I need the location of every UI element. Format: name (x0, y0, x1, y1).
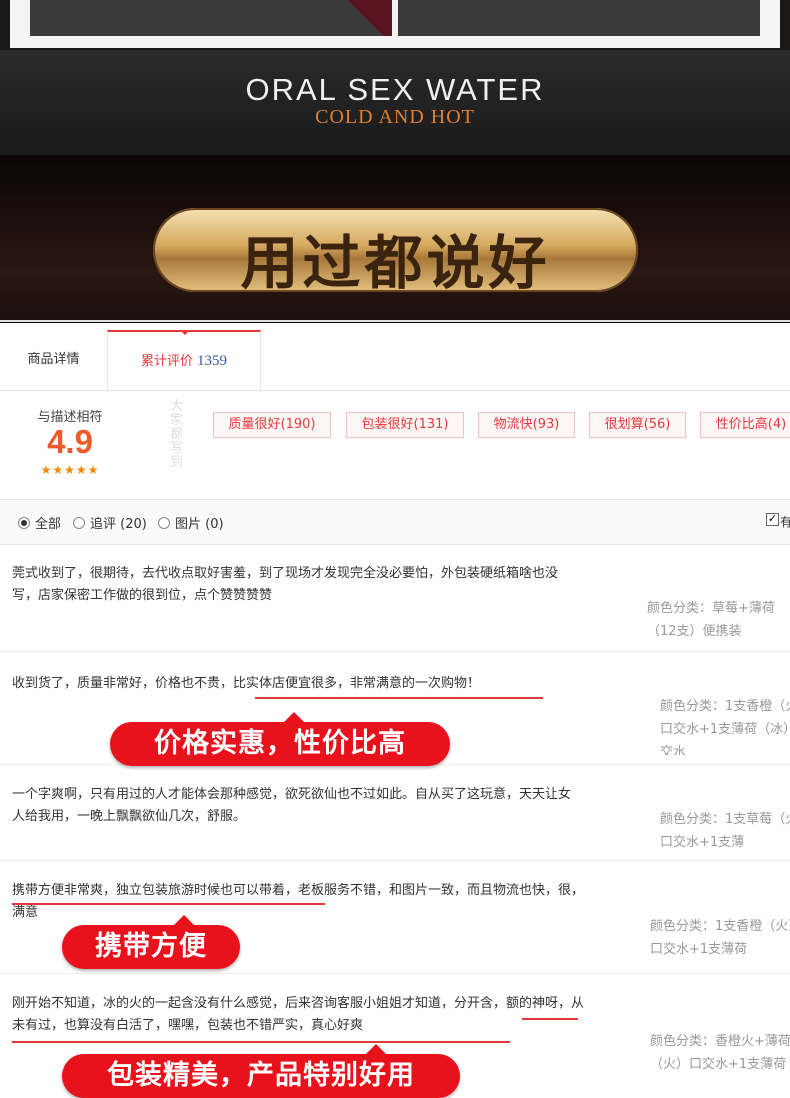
tab-reviews-label: 累计评价 (140, 354, 193, 369)
score-box: 与描述相符 4.9 ★★★★★ (0, 391, 140, 499)
callout-pointer-icon (170, 915, 198, 929)
filter-followup-label[interactable]: 追评 (20) (90, 513, 147, 532)
checkbox-label[interactable]: 有 (780, 513, 790, 530)
star-rating-icon: ★★★★★ (40, 463, 100, 477)
highlight-underline (522, 1018, 578, 1020)
highlight-underline (12, 903, 325, 905)
review-text-highlight: 分开含， (454, 996, 507, 1011)
review-sku: 颜色分类：1支香橙（火）口交水+1支薄荷（冰）口交水 (660, 699, 790, 755)
hero-subtitle: COLD AND HOT (315, 106, 475, 128)
radio-followup-icon[interactable] (73, 517, 85, 529)
gold-banner: 用过都说好 (153, 208, 638, 297)
callout-pointer-icon (362, 1044, 390, 1058)
tab-bar: 商品详情 累计评价 1359 (0, 330, 790, 391)
product-image-left (30, 0, 392, 36)
callout-badge: 包装精美，产品特别好用 (62, 1044, 460, 1098)
checkbox-icon[interactable]: ✓ (766, 513, 779, 526)
tag-price-performance[interactable]: 性价比高(4) (700, 412, 790, 438)
filter-all-label[interactable]: 全部 (35, 513, 61, 532)
review-filter-bar: 全部 追评 (20) 图片 (0) ✓ 有 (0, 500, 790, 545)
review-text: 一个字爽啊，只有用过的人才能体会那种感觉，欲死欲仙也不过如此。自从买了这玩意，天… (12, 787, 572, 824)
radio-images-icon[interactable] (158, 517, 170, 529)
review-sku: 颜色分类：草莓+薄荷（12支）便携装 (647, 601, 775, 639)
callout-text: 携带方便 (95, 931, 207, 962)
callout-text: 价格实惠，性价比高 (154, 728, 406, 759)
tab-reviews-count: 1359 (197, 353, 227, 369)
filter-images-label[interactable]: 图片 (0) (175, 513, 224, 532)
review-sku: 颜色分类：香橙火+薄荷（火）口交水+1支薄荷 (650, 1034, 790, 1070)
hero-title: ORAL SEX WATER (245, 72, 545, 107)
gold-banner-text: 用过都说好 (240, 229, 551, 297)
callout-badge: 价格实惠，性价比高 (110, 712, 450, 766)
score-value: 4.9 (47, 423, 93, 460)
tag-shipping[interactable]: 物流快(93) (478, 412, 575, 438)
highlight-underline (255, 697, 543, 699)
tag-packaging[interactable]: 包装很好(131) (346, 412, 464, 438)
review-text: 莞式收到了，很期待，去代收点取好害羞，到了现场才发现完全没必要怕，外包装硬纸箱啥… (12, 566, 559, 603)
active-tab-caret-icon (180, 330, 190, 335)
callout-badge: 携带方便 (62, 915, 240, 969)
radio-all-icon[interactable] (18, 517, 30, 529)
highlight-underline (12, 1041, 510, 1043)
review-sku: 颜色分类：1支香橙（火）口交水+1支薄荷 (650, 919, 790, 957)
tags-side-label: 大家都写到 (170, 399, 184, 470)
tab-product-details[interactable]: 商品详情 (0, 330, 108, 390)
tag-value[interactable]: 很划算(56) (589, 412, 686, 438)
callout-text: 包装精美，产品特别好用 (107, 1060, 415, 1091)
review-sku: 颜色分类：1支草莓（火）口交水+1支薄 (660, 812, 790, 850)
review-text-highlight: 包装也不错严实，真心好爽 (207, 1018, 364, 1033)
review-text: 携带方便非常爽，独立包装旅游时候也可以带着，老板服务不错，和图片一致，而且物流也… (12, 880, 592, 924)
tag-quality[interactable]: 质量很好(190) (213, 412, 331, 438)
callout-pointer-icon (280, 712, 308, 726)
review-text-highlight: 携带方便非常爽，独立包装旅游时候也可以带着， (12, 883, 299, 898)
rating-summary: 与描述相符 4.9 ★★★★★ (0, 391, 790, 500)
review-text-part: 刚开始不知道，冰的火的一起含没有什么感觉，后来咨询客服小姐姐才知道， (12, 996, 455, 1011)
review-text-part: 收到货了，质量非常好，价格也不贵， (12, 676, 234, 691)
review-text: 刚开始不知道，冰的火的一起含没有什么感觉，后来咨询客服小姐姐才知道，分开含，额的… (12, 993, 592, 1037)
product-image-right (398, 0, 760, 36)
review-text-highlight: 比实体店便宜很多，非常满意的一次购物！ (233, 676, 481, 691)
section-divider (0, 320, 790, 322)
review-text: 收到货了，质量非常好，价格也不贵，比实体店便宜很多，非常满意的一次购物！ (12, 673, 587, 695)
tab-reviews[interactable]: 累计评价 1359 (107, 330, 261, 390)
